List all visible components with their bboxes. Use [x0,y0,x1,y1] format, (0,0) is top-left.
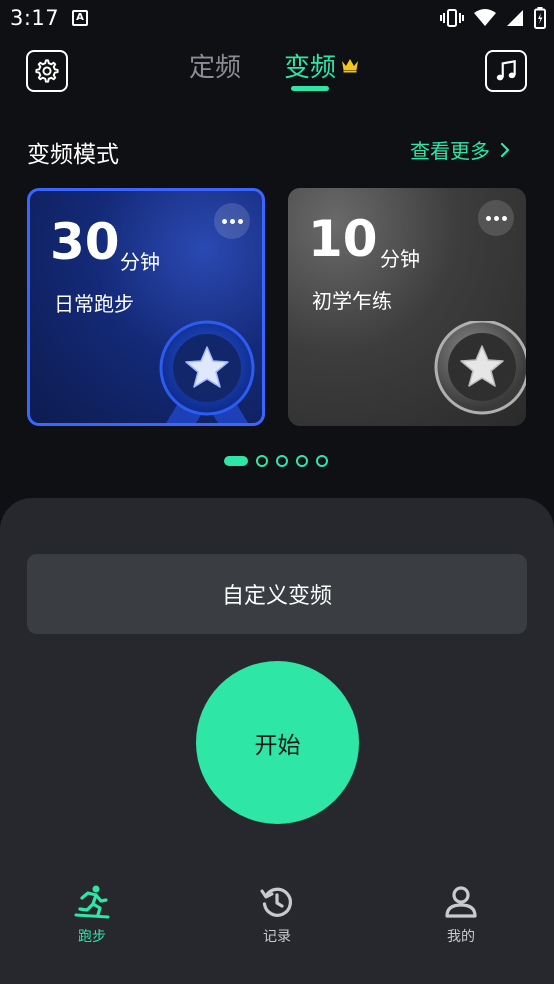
nav-label: 跑步 [78,929,106,945]
status-bar: 3:17 A [0,0,554,38]
signal-icon [507,10,523,26]
history-icon [260,887,292,917]
chevron-right-icon [500,142,510,157]
active-tab-indicator [291,86,329,91]
wifi-icon [474,9,496,26]
card-more-button[interactable] [214,203,250,239]
gear-icon [35,59,59,83]
card-more-button[interactable] [478,200,514,236]
music-button[interactable] [485,50,527,92]
carousel-pagination [224,455,328,467]
settings-button[interactable] [26,50,68,92]
card-mode-name: 日常跑步 [54,292,134,316]
nav-label: 我的 [447,929,475,945]
music-note-icon [496,59,516,81]
nav-item-records[interactable]: 记录 [237,884,317,946]
page-dot[interactable] [316,455,328,467]
battery-icon [534,7,546,29]
see-more-label: 查看更多 [410,139,490,163]
nav-label: 记录 [263,929,291,945]
medal-star-icon [159,320,255,423]
status-icons [440,6,546,30]
page-dot-active[interactable] [224,456,248,466]
status-time: 3:17 [10,6,60,30]
notification-icon: A [72,10,88,26]
page-dot[interactable] [296,455,308,467]
more-dot-icon [493,215,499,221]
see-more-link[interactable]: 查看更多 [410,135,510,164]
section-title: 变频模式 [27,142,119,168]
start-button[interactable]: 开始 [196,661,359,824]
page-dot[interactable] [256,455,268,467]
nav-item-mine[interactable]: 我的 [421,884,501,946]
more-dot-icon [221,218,227,224]
page-dot[interactable] [276,455,288,467]
card-minutes: 10 [308,210,378,268]
card-unit: 分钟 [380,247,420,271]
nav-item-run[interactable]: 跑步 [52,884,132,946]
crown-icon [342,59,358,73]
tab-fixed-frequency[interactable]: 定频 [189,47,241,84]
more-dot-icon [501,215,507,221]
tab-variable-frequency[interactable]: 变频 [284,47,336,84]
more-dot-icon [485,215,491,221]
medal-star-icon [434,321,526,415]
vibrate-icon [440,9,464,27]
runner-icon [74,885,110,919]
card-unit: 分钟 [120,250,160,274]
more-dot-icon [237,218,243,224]
card-mode-name: 初学乍练 [312,289,392,313]
mode-card-beginner[interactable]: 10 分钟 初学乍练 [288,188,526,426]
mode-card-daily-run[interactable]: 30 分钟 日常跑步 [27,188,265,426]
profile-icon [445,886,477,918]
app-screen: 3:17 A 定频 变频 变频模式 查看更多 30 分钟 日常跑步 10 分钟 … [0,0,554,984]
custom-variable-frequency-button[interactable]: 自定义变频 [27,554,527,634]
card-minutes: 30 [50,213,120,271]
more-dot-icon [229,218,235,224]
